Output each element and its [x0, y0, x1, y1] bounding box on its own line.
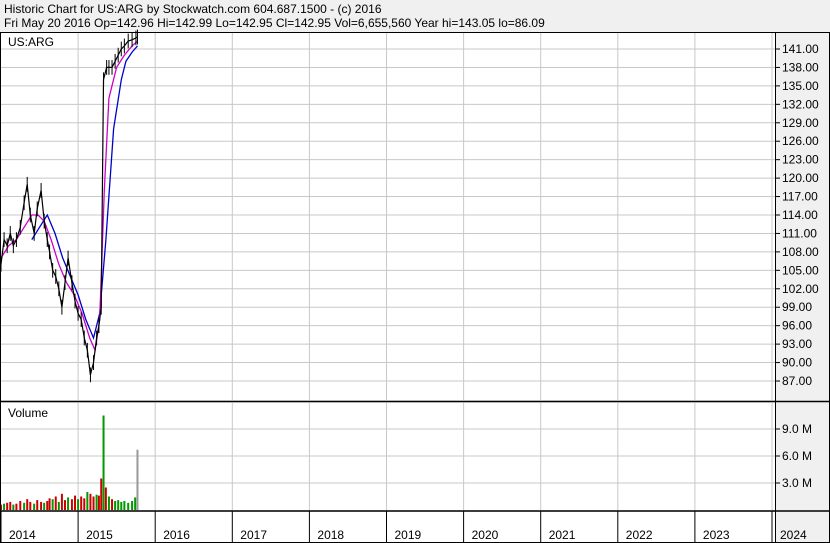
volume-bar	[102, 415, 105, 510]
price-tick-label: 141.00	[782, 42, 819, 56]
price-tick-label: 111.00	[782, 226, 817, 240]
price-tick-label: 96.00	[782, 319, 812, 333]
price-tick-label: 90.00	[782, 356, 812, 370]
volume-bar	[43, 502, 46, 510]
year-tick-label: 2023	[703, 528, 730, 542]
volume-bar	[23, 502, 26, 510]
price-tick-label: 102.00	[782, 282, 819, 296]
price-tick-label: 117.00	[782, 190, 818, 204]
volume-bar	[123, 501, 126, 510]
volume-bar	[89, 493, 92, 510]
volume-bar	[97, 495, 100, 510]
year-tick-label: 2017	[240, 528, 267, 542]
volume-bar	[19, 501, 22, 510]
volume-label: Volume	[8, 406, 48, 420]
volume-bar	[136, 449, 139, 510]
year-tick-label: 2019	[395, 528, 422, 542]
price-tick-label: 135.00	[782, 79, 819, 93]
volume-bar	[77, 499, 80, 510]
price-tick-label: 108.00	[782, 245, 819, 259]
symbol-label: US:ARG	[8, 35, 54, 49]
volume-bar	[100, 478, 103, 510]
price-tick-label: 126.00	[782, 134, 819, 148]
volume-tick-label: 6.0 M	[782, 449, 812, 463]
price-tick-label: 93.00	[782, 337, 812, 351]
price-tick-label: 120.00	[782, 171, 819, 185]
volume-bar	[134, 497, 137, 510]
volume-bar	[36, 500, 39, 510]
volume-bar	[48, 498, 51, 510]
volume-bar	[46, 501, 49, 510]
volume-bar	[40, 501, 43, 510]
volume-tick-label: 3.0 M	[782, 476, 812, 490]
volume-bar	[54, 496, 57, 510]
price-tick-label: 105.00	[782, 263, 819, 277]
price-tick-label: 138.00	[782, 60, 819, 74]
volume-bar	[29, 501, 32, 510]
volume-bar	[57, 501, 60, 510]
volume-bar	[12, 504, 15, 510]
volume-bar	[9, 501, 12, 510]
year-tick-label: 2016	[163, 528, 190, 542]
volume-bar	[63, 500, 66, 510]
volume-bar	[51, 499, 54, 510]
volume-bar	[80, 496, 83, 510]
year-tick-label: 2020	[472, 528, 499, 542]
volume-bar	[117, 500, 120, 510]
year-tick-label: 2024	[780, 528, 807, 542]
year-tick-label: 2018	[317, 528, 344, 542]
volume-bar	[60, 493, 63, 510]
volume-bar	[114, 501, 117, 510]
volume-bar	[107, 496, 110, 510]
year-tick-label: 2022	[626, 528, 653, 542]
volume-bar	[3, 503, 6, 510]
volume-bar	[86, 492, 89, 510]
volume-bar	[33, 503, 36, 510]
volume-bar	[92, 496, 95, 510]
price-tick-label: 99.00	[782, 300, 812, 314]
volume-bar	[120, 501, 123, 510]
year-tick-label: 2014	[9, 528, 36, 542]
volume-bar	[26, 499, 29, 510]
price-tick-label: 87.00	[782, 374, 812, 388]
price-tick-label: 114.00	[782, 208, 818, 222]
volume-bar	[70, 499, 73, 510]
volume-bar	[83, 498, 86, 510]
year-tick-label: 2021	[549, 528, 576, 542]
price-plot-area	[1, 33, 775, 400]
volume-bar	[6, 502, 9, 510]
volume-bar	[131, 501, 134, 510]
price-tick-label: 129.00	[782, 116, 819, 130]
volume-bar	[15, 503, 18, 510]
volume-bar	[104, 487, 107, 510]
volume-bar	[95, 494, 98, 510]
price-tick-label: 132.00	[782, 97, 819, 111]
year-axis-area	[1, 512, 775, 542]
volume-bar	[127, 502, 130, 510]
volume-tick-label: 9.0 M	[782, 422, 812, 436]
year-tick-label: 2015	[86, 528, 113, 542]
volume-bar	[67, 497, 70, 510]
price-volume-chart: 141.00 138.00 135.00 132.00 129.00 126.00 123.…	[0, 29, 830, 543]
price-tick-label: 123.00	[782, 153, 819, 167]
volume-bar	[111, 499, 114, 510]
volume-bar	[74, 495, 77, 510]
